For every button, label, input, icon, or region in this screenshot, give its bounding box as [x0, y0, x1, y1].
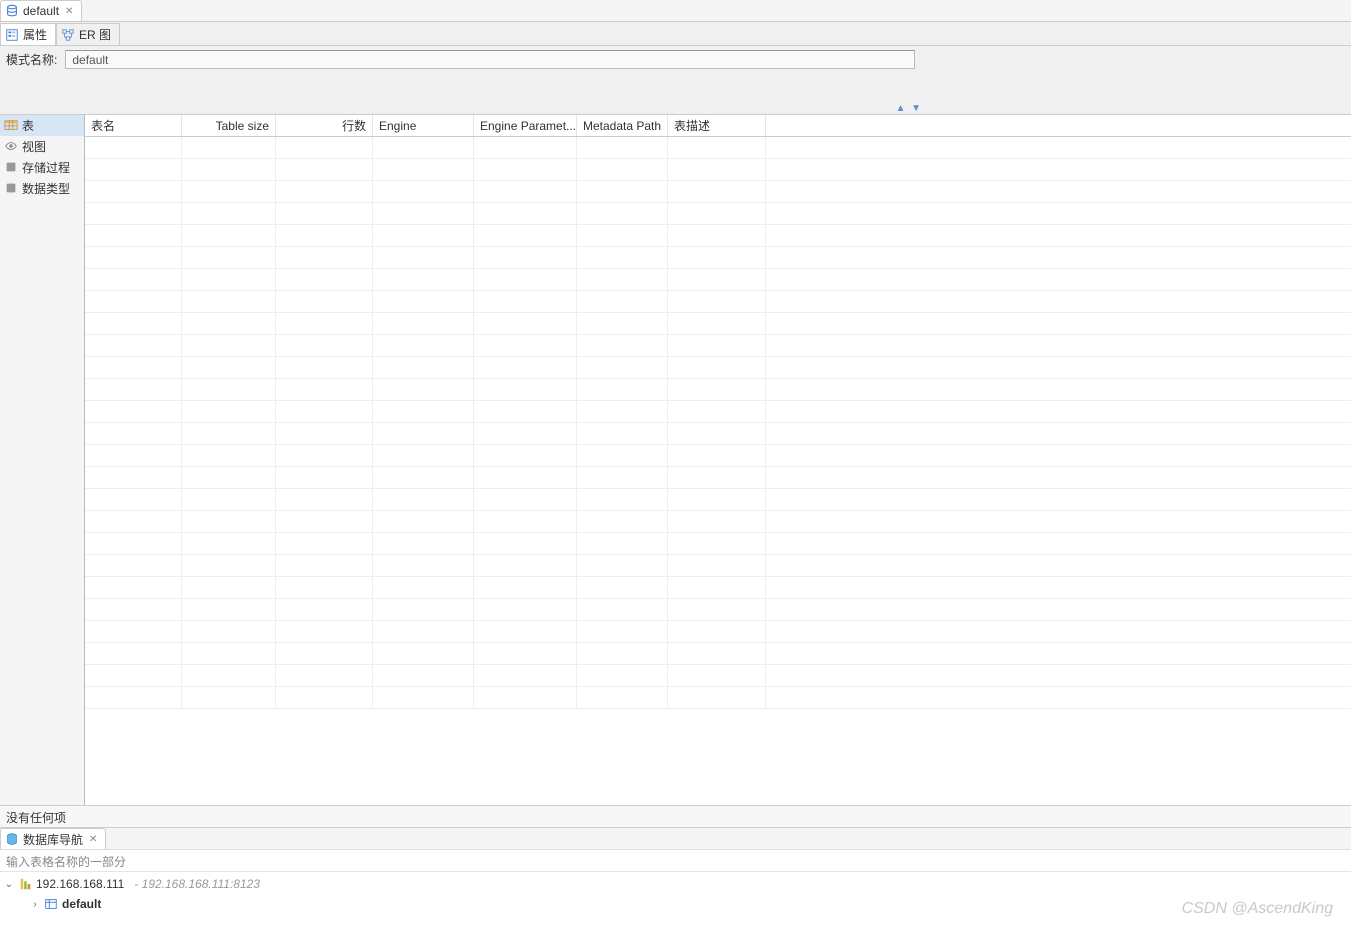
table-area: ▲ ▼ 表名 Table size 行数 Engine Engine Param… — [85, 115, 1351, 805]
table-row — [85, 225, 1351, 247]
subtab-label: ER 图 — [79, 26, 111, 43]
sidebar-label: 视图 — [22, 138, 46, 155]
procedure-icon — [4, 160, 18, 174]
table-row — [85, 137, 1351, 159]
connection-icon — [18, 877, 32, 891]
subtab-label: 属性 — [23, 26, 47, 43]
table-row — [85, 511, 1351, 533]
datatype-icon — [4, 181, 18, 195]
table-row — [85, 577, 1351, 599]
table-row — [85, 687, 1351, 709]
table-row — [85, 555, 1351, 577]
table-row — [85, 357, 1351, 379]
table-row — [85, 291, 1351, 313]
tree-schema[interactable]: › default — [0, 894, 1351, 914]
schema-name: default — [62, 897, 101, 911]
col-table-size[interactable]: Table size — [182, 115, 276, 136]
database-icon — [5, 832, 19, 846]
sidebar-label: 表 — [22, 117, 34, 134]
tab-database-navigator[interactable]: 数据库导航 ✕ — [0, 828, 106, 849]
table-row — [85, 467, 1351, 489]
schema-name-row: 模式名称: default — [0, 46, 1351, 72]
col-engine[interactable]: Engine — [373, 115, 474, 136]
table-row — [85, 313, 1351, 335]
main-area: 表 视图 存储过程 数据类型 ▲ ▼ 表名 Table size 行数 E — [0, 114, 1351, 805]
connection-host: 192.168.168.111 — [36, 877, 124, 891]
table-row — [85, 489, 1351, 511]
col-metadata-path[interactable]: Metadata Path — [577, 115, 668, 136]
table-row — [85, 247, 1351, 269]
table-row — [85, 621, 1351, 643]
col-table-name[interactable]: 表名 — [85, 115, 182, 136]
col-engine-params[interactable]: Engine Paramet... — [474, 115, 577, 136]
chevron-right-icon[interactable]: › — [30, 899, 40, 910]
nav-tab-label: 数据库导航 — [23, 831, 83, 848]
status-bar: 没有任何项 — [0, 805, 1351, 827]
table-row — [85, 665, 1351, 687]
table-header: 表名 Table size 行数 Engine Engine Paramet..… — [85, 115, 1351, 137]
schema-icon — [44, 897, 58, 911]
editor-tabbar: default ✕ — [0, 0, 1351, 22]
sidebar-item-views[interactable]: 视图 — [0, 136, 84, 157]
object-type-sidebar: 表 视图 存储过程 数据类型 — [0, 115, 85, 805]
chevron-down-icon[interactable]: ⌄ — [4, 879, 14, 890]
properties-icon — [5, 28, 19, 42]
table-row — [85, 159, 1351, 181]
navigator-tree: ⌄ 192.168.168.111 - 192.168.168.111:8123… — [0, 872, 1351, 932]
table-row — [85, 599, 1351, 621]
table-body[interactable] — [85, 137, 1351, 805]
schema-name-label: 模式名称: — [6, 51, 57, 68]
tab-default[interactable]: default ✕ — [0, 0, 82, 21]
sidebar-item-procedures[interactable]: 存储过程 — [0, 157, 84, 178]
close-icon[interactable]: ✕ — [89, 834, 97, 845]
sidebar-label: 数据类型 — [22, 180, 70, 197]
sidebar-item-tables[interactable]: 表 — [0, 115, 84, 136]
sidebar-label: 存储过程 — [22, 159, 70, 176]
tree-connection[interactable]: ⌄ 192.168.168.111 - 192.168.168.111:8123 — [0, 874, 1351, 894]
table-row — [85, 379, 1351, 401]
table-row — [85, 181, 1351, 203]
spacer — [0, 72, 1351, 114]
navigator-filter[interactable]: 输入表格名称的一部分 — [0, 850, 1351, 872]
table-row — [85, 203, 1351, 225]
table-row — [85, 401, 1351, 423]
col-rows[interactable]: 行数 — [276, 115, 373, 136]
view-icon — [4, 139, 18, 153]
er-diagram-icon — [61, 28, 75, 42]
table-row — [85, 643, 1351, 665]
table-row — [85, 269, 1351, 291]
sidebar-item-datatypes[interactable]: 数据类型 — [0, 178, 84, 199]
table-row — [85, 533, 1351, 555]
navigator-panel: 数据库导航 ✕ 输入表格名称的一部分 ⌄ 192.168.168.111 - 1… — [0, 827, 1351, 932]
editor-subtabs: 属性 ER 图 — [0, 22, 1351, 46]
navigator-tabbar: 数据库导航 ✕ — [0, 828, 1351, 850]
table-row — [85, 335, 1351, 357]
table-icon — [4, 118, 18, 132]
database-icon — [5, 4, 19, 18]
col-desc[interactable]: 表描述 — [668, 115, 766, 136]
tab-label: default — [23, 4, 59, 18]
tab-properties[interactable]: 属性 — [0, 23, 56, 45]
table-row — [85, 445, 1351, 467]
schema-name-field[interactable]: default — [65, 50, 915, 69]
table-row — [85, 423, 1351, 445]
sort-arrows[interactable]: ▲ ▼ — [896, 103, 921, 114]
close-icon[interactable]: ✕ — [65, 6, 73, 17]
tab-er-diagram[interactable]: ER 图 — [56, 23, 120, 45]
connection-detail: - 192.168.168.111:8123 — [134, 877, 260, 891]
